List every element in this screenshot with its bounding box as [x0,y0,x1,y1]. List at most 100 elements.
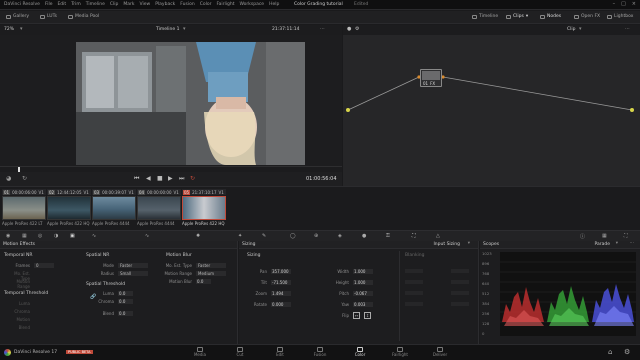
scope-view-icon[interactable]: ▦ [602,233,607,239]
page-color[interactable]: Color [348,347,372,357]
menu-playback[interactable]: Playback [155,2,175,7]
loop-icon[interactable]: ↻ [22,175,27,182]
frames-select[interactable]: 0 [34,263,54,268]
blanking-value-left[interactable] [451,302,469,306]
blanking-value-right[interactable] [451,280,469,284]
menu-file[interactable]: File [45,2,53,7]
menu-davinci[interactable]: DaVinci Resolve [4,2,40,7]
page-deliver[interactable]: Deliver [428,347,452,357]
play-reverse-icon[interactable]: ◀ [146,175,151,182]
blanking-value-top[interactable] [451,269,469,273]
mb-motion-range-select[interactable]: Medium [196,271,226,276]
clip-thumbnail[interactable]: 03 00:00:39:07 V1 Apple ProRes 4444 [92,189,136,226]
pan-value[interactable]: 357.000 [271,269,291,274]
viewer-mode-icon[interactable]: ◕ [6,175,11,182]
page-edit[interactable]: Edit [268,347,292,357]
media-pool-button[interactable]: Media Pool [68,14,99,19]
key-icon[interactable]: ⚿ [386,233,390,239]
chevron-down-icon[interactable]: ▾ [616,241,618,246]
open-fx-button[interactable]: Open FX [574,14,600,19]
stop-icon[interactable]: ■ [157,175,163,182]
node-mode[interactable]: Clip [567,27,576,32]
home-icon[interactable]: ⌂ [608,348,612,356]
width-value[interactable]: 1.000 [353,269,373,274]
node-settings-icon[interactable]: ⚙ [355,26,359,32]
curves-icon[interactable]: ∿ [92,233,96,239]
sizing-mode[interactable]: Input Sizing [433,242,460,247]
mb-motion-blur-value[interactable]: 0.0 [196,279,211,284]
menu-fairlight[interactable]: Fairlight [216,2,234,7]
rotate-value[interactable]: 0.000 [271,302,291,307]
flip-horizontal-icon[interactable]: ↔ [353,312,360,319]
sp-chroma-value[interactable]: 0.0 [118,299,133,304]
radius-select[interactable]: Small [118,271,148,276]
blanking-right[interactable] [405,280,423,284]
menu-trim[interactable]: Trim [71,2,81,7]
close-icon[interactable]: × [632,1,636,7]
blanking-value-bottom[interactable] [451,291,469,295]
menu-edit[interactable]: Edit [57,2,66,7]
blanking-top[interactable] [405,269,423,273]
sizing-icon[interactable]: ⛶ [412,233,416,239]
zoom-value[interactable]: 1.494 [271,291,291,296]
blur-icon[interactable]: ● [362,233,366,239]
clips-button[interactable]: Clips ▾ [506,14,528,19]
window-icon[interactable]: ◯ [290,233,296,239]
3d-icon[interactable]: △ [436,233,440,239]
clip-thumbnail[interactable]: 05 21:37:10:17 V1 Apple ProRes 422 HQ [182,189,226,226]
blanking-bottom[interactable] [405,291,423,295]
color-warper-icon[interactable]: ✹ [196,233,200,239]
sp-luma-value[interactable]: 0.0 [118,291,133,296]
node-01[interactable]: 01 FX [420,69,442,87]
node-tool-icon[interactable]: ● [347,26,351,32]
maximize-icon[interactable]: □ [621,1,626,7]
scope-settings-icon[interactable]: ⋯ [630,241,635,246]
menu-mark[interactable]: Mark [123,2,134,7]
node-graph[interactable]: 01 FX [343,35,640,186]
menu-workspace[interactable]: Workspace [239,2,264,7]
lightbox-button[interactable]: Lightbox [607,14,633,19]
tracker-icon[interactable]: ⊕ [314,233,318,239]
menu-clip[interactable]: Clip [110,2,119,7]
minimize-icon[interactable]: – [613,1,616,7]
clip-thumbnail[interactable]: 02 12:44:12:05 V1 Apple ProRes 422 HQ [47,189,91,226]
blanking-left[interactable] [405,302,423,306]
chevron-down-icon[interactable]: ▾ [468,241,470,246]
timeline-name[interactable]: Timeline 1 [156,27,179,32]
go-to-start-icon[interactable]: ⏮ [134,175,139,183]
clip-thumbnail[interactable]: 01 00:00:06:00 V1 Apple ProRes 422 LT [2,189,46,226]
camera-raw-icon[interactable]: ◉ [6,233,10,239]
eyedropper-icon[interactable]: ✎ [262,233,266,239]
mb-mo-est-select[interactable]: Faster [196,263,226,268]
menu-view[interactable]: View [140,2,151,7]
luts-button[interactable]: LUTs [40,14,57,19]
scope-type[interactable]: Parade [594,242,610,247]
pitch-value[interactable]: -0.067 [353,291,373,296]
menu-timeline[interactable]: Timeline [86,2,105,7]
timeline-button[interactable]: Timeline [472,14,498,19]
color-wheels-icon[interactable]: ◎ [38,233,42,239]
chevron-down-icon[interactable]: ▾ [579,26,582,32]
flip-vertical-icon[interactable]: ↕ [364,312,371,319]
mode-select[interactable]: Faster [118,263,148,268]
go-to-end-icon[interactable]: ⏭ [179,175,184,183]
play-icon[interactable]: ▶ [168,175,173,182]
color-match-icon[interactable]: ▦ [22,233,27,239]
nodes-button[interactable]: Nodes [540,14,561,19]
chevron-down-icon[interactable]: ▾ [183,26,186,32]
height-value[interactable]: 1.000 [353,280,373,285]
fullscreen-icon[interactable]: ⛶ [624,233,628,239]
page-fairlight[interactable]: Fairlight [388,347,412,357]
magic-mask-icon[interactable]: ◈ [338,233,342,239]
yaw-value[interactable]: 0.003 [353,302,373,307]
menu-fusion[interactable]: Fusion [180,2,194,7]
chevron-down-icon[interactable]: ▾ [20,26,23,32]
viewer-options-icon[interactable]: ⋯ [320,26,325,32]
page-cut[interactable]: Cut [228,347,252,357]
clip-thumbnail[interactable]: 04 00:00:00:00 V1 Apple ProRes 4444 [137,189,181,226]
info-icon[interactable]: ⓘ [580,233,585,240]
node-options-icon[interactable]: ⋯ [625,26,630,32]
curves-icon[interactable]: ∿ [145,233,149,239]
page-media[interactable]: Media [188,347,212,357]
menu-color[interactable]: Color [200,2,212,7]
